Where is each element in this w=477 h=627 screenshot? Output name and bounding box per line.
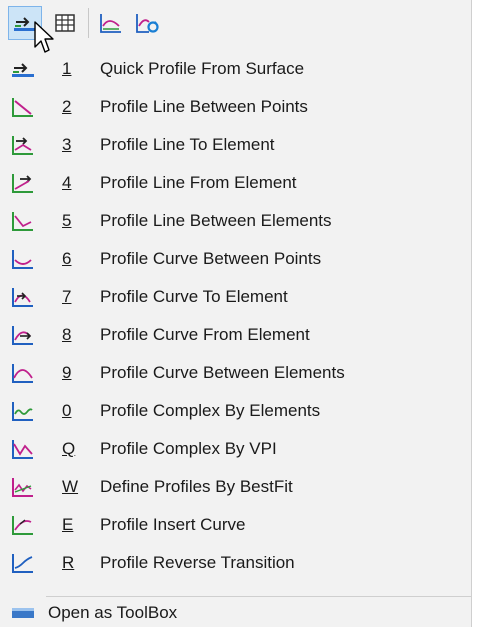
accelerator-key: 8 <box>62 325 72 344</box>
toolbar-separator <box>88 8 89 38</box>
accelerator-key: 1 <box>62 59 72 78</box>
profile-line-between-elements-icon <box>12 212 33 231</box>
menu-item-label: Profile Curve To Element <box>100 287 288 306</box>
menu-item-label: Profile Line Between Points <box>100 97 308 116</box>
menu-item-profile-line-between-points[interactable]: 2 Profile Line Between Points <box>0 88 472 126</box>
menu-item-profile-insert-curve[interactable]: E Profile Insert Curve <box>0 506 472 544</box>
profile-reverse-transition-icon <box>12 554 33 573</box>
menu-item-label: Profile Curve Between Points <box>100 249 322 268</box>
profile-view-icon <box>100 14 121 33</box>
profile-insert-curve-icon <box>12 516 33 535</box>
menu-item-profile-curve-from-element[interactable]: 8 Profile Curve From Element <box>0 316 472 354</box>
accelerator-key: 4 <box>62 173 72 192</box>
accelerator-key: 3 <box>62 135 72 154</box>
menu-item-profile-line-to-element[interactable]: 3 Profile Line To Element <box>0 126 472 164</box>
profile-view-button[interactable] <box>94 6 128 40</box>
menu-item-label: Profile Curve Between Elements <box>100 363 345 382</box>
menu-item-label: Quick Profile From Surface <box>100 59 305 78</box>
profile-line-from-element-icon <box>12 174 33 193</box>
dropdown-menu: 1 Quick Profile From Surface 2 Profile L… <box>0 0 472 627</box>
menu-item-profile-curve-to-element[interactable]: 7 Profile Curve To Element <box>0 278 472 316</box>
accelerator-key: 0 <box>62 401 72 420</box>
menu-item-profile-curve-between-points[interactable]: 6 Profile Curve Between Points <box>0 240 472 278</box>
profile-complex-vpi-icon <box>12 440 33 459</box>
menu-item-label: Profile Complex By Elements <box>100 401 321 420</box>
accelerator-key: 7 <box>62 287 72 306</box>
table-grid-icon <box>55 14 75 32</box>
profile-line-points-icon <box>12 98 33 117</box>
mouse-cursor-icon <box>34 21 54 53</box>
accelerator-key: E <box>62 515 74 534</box>
menu-item-label: Profile Curve From Element <box>100 325 310 344</box>
profile-curve-between-elements-icon <box>12 364 33 383</box>
menu-item-profile-curve-between-elements[interactable]: 9 Profile Curve Between Elements <box>0 354 472 392</box>
accelerator-key: Q <box>62 439 76 458</box>
toolbox-icon <box>12 607 34 618</box>
profile-refresh-button[interactable] <box>130 6 164 40</box>
profile-line-to-element-icon <box>12 136 33 155</box>
menu-item-label: Profile Complex By VPI <box>100 439 277 458</box>
profile-refresh-icon <box>136 14 159 33</box>
menu-item-define-profiles-by-bestfit[interactable]: W Define Profiles By BestFit <box>0 468 472 506</box>
menu-item-label: Profile Line Between Elements <box>100 211 332 230</box>
menu-item-label: Profile Line From Element <box>100 173 297 192</box>
menu-item-label: Define Profiles By BestFit <box>100 477 293 496</box>
accelerator-key: W <box>62 477 79 496</box>
profile-bestfit-icon <box>12 478 33 497</box>
menu-item-profile-line-between-elements[interactable]: 5 Profile Line Between Elements <box>0 202 472 240</box>
quick-profile-icon <box>12 63 34 77</box>
accelerator-key: 6 <box>62 249 72 268</box>
menu-item-profile-complex-by-vpi[interactable]: Q Profile Complex By VPI <box>0 430 472 468</box>
menu-item-profile-complex-by-elements[interactable]: 0 Profile Complex By Elements <box>0 392 472 430</box>
menu-item-profile-reverse-transition[interactable]: R Profile Reverse Transition <box>0 544 472 582</box>
accelerator-key: 9 <box>62 363 72 382</box>
profile-curve-from-element-icon <box>12 326 33 345</box>
accelerator-key: 2 <box>62 97 72 116</box>
profile-complex-elements-icon <box>12 402 33 421</box>
open-as-toolbox-label: Open as ToolBox <box>48 602 178 622</box>
menu-item-label: Profile Insert Curve <box>100 515 246 534</box>
menu-list: 1 Quick Profile From Surface 2 Profile L… <box>0 50 472 582</box>
accelerator-key: R <box>62 553 75 572</box>
profile-curve-to-element-icon <box>12 288 33 307</box>
menu-item-label: Profile Line To Element <box>100 135 275 154</box>
menu-divider <box>46 596 472 597</box>
accelerator-key: 5 <box>62 211 72 230</box>
toolbar <box>0 0 200 46</box>
menu-item-profile-line-from-element[interactable]: 4 Profile Line From Element <box>0 164 472 202</box>
menu-item-label: Profile Reverse Transition <box>100 553 295 572</box>
open-as-toolbox-item[interactable]: Open as ToolBox <box>0 598 472 627</box>
menu-item-quick-profile-from-surface[interactable]: 1 Quick Profile From Surface <box>0 50 472 88</box>
profile-curve-points-icon <box>12 250 33 269</box>
